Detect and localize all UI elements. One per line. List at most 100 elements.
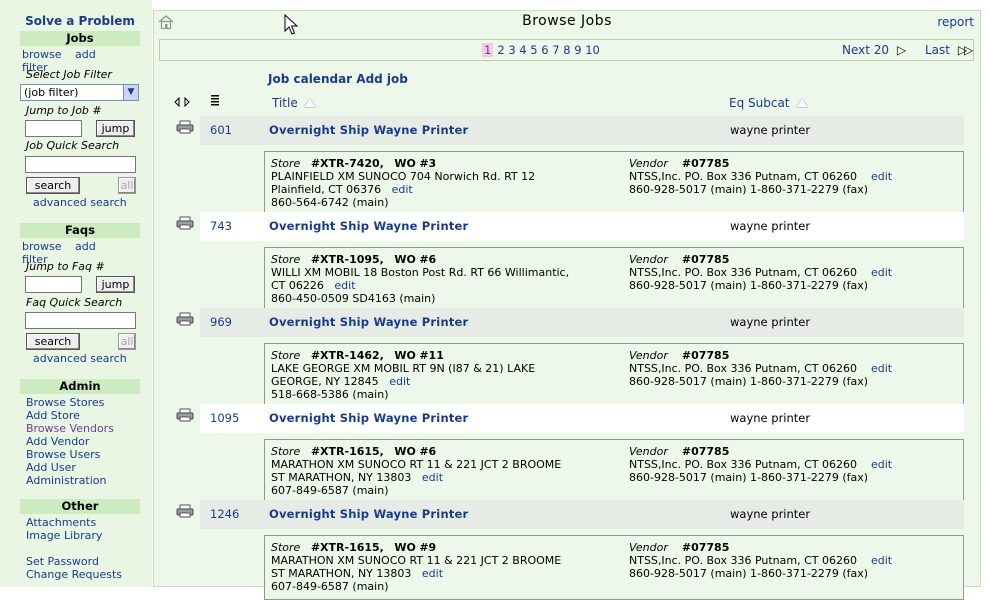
edit-store-link[interactable]: edit: [422, 471, 443, 484]
sort-ascending-icon[interactable]: [303, 99, 316, 107]
store-phone: 607-849-6587 (main): [271, 484, 389, 497]
job-title-link[interactable]: Overnight Ship Wayne Printer: [269, 123, 468, 137]
edit-store-link[interactable]: edit: [389, 375, 410, 388]
page-title: Browse Jobs: [522, 13, 612, 29]
faq-search-button[interactable]: search: [26, 333, 80, 350]
list-view-icon[interactable]: [210, 94, 220, 108]
wo-label: WO: [394, 541, 416, 554]
report-link[interactable]: report: [937, 15, 974, 29]
page-3-link[interactable]: 3: [508, 43, 515, 57]
job-search-button[interactable]: search: [26, 177, 80, 194]
set-password-link[interactable]: Set Password: [26, 555, 99, 568]
add-store-link[interactable]: Add Store: [26, 409, 80, 422]
jobs-advanced-search-link[interactable]: advanced search: [33, 196, 127, 209]
chevron-down-icon[interactable]: ▼: [123, 85, 138, 100]
title-column-header[interactable]: Title: [272, 96, 316, 110]
add-user-link[interactable]: Add User: [26, 461, 76, 474]
change-requests-link[interactable]: Change Requests: [26, 568, 122, 581]
edit-vendor-link[interactable]: edit: [871, 170, 892, 183]
faq-all-button[interactable]: all: [118, 333, 136, 350]
next-20-label[interactable]: Next 20: [842, 43, 889, 57]
store-address-line: MARATHON XM SUNOCO RT 11 & 221 JCT 2 BRO…: [271, 554, 562, 567]
page-5-link[interactable]: 5: [530, 43, 537, 57]
faq-quick-search-input[interactable]: [25, 312, 136, 329]
store-address-city: ST MARATHON, NY 13803: [271, 471, 412, 484]
job-id-link[interactable]: 1246: [210, 507, 239, 521]
browse-users-link[interactable]: Browse Users: [26, 448, 100, 461]
page-9-link[interactable]: 9: [574, 43, 581, 57]
pager: 12 3 4 5 6 7 8 9 10 Next 20 ▷ Last ▷▷: [159, 39, 974, 61]
printer-icon[interactable]: [176, 312, 194, 326]
solve-problem-link[interactable]: Solve a Problem: [20, 14, 140, 28]
jobs-add-link[interactable]: add: [75, 48, 96, 61]
edit-vendor-link[interactable]: edit: [871, 266, 892, 279]
jobs-browse-link[interactable]: browse: [22, 48, 62, 61]
jump-job-button[interactable]: jump: [96, 120, 135, 137]
page-1-link[interactable]: 1: [482, 43, 494, 57]
edit-store-link[interactable]: edit: [334, 279, 355, 292]
printer-icon[interactable]: [176, 408, 194, 422]
page-2-link[interactable]: 2: [497, 43, 504, 57]
edit-vendor-link[interactable]: edit: [871, 554, 892, 567]
jump-to-job-label: Jump to Job #: [26, 104, 102, 117]
last-page-link[interactable]: Last ▷▷: [925, 43, 974, 57]
administration-link[interactable]: Administration: [26, 474, 107, 487]
job-id-link[interactable]: 1095: [210, 411, 239, 425]
job-quick-search-input[interactable]: [25, 156, 136, 173]
job-all-button[interactable]: all: [118, 177, 136, 194]
printer-icon[interactable]: [176, 216, 194, 230]
store-phone: 518-668-5386 (main): [271, 388, 389, 401]
faq-quick-search-label: Faq Quick Search: [26, 296, 123, 309]
next-page-link[interactable]: Next 20 ▷: [842, 43, 906, 57]
faqs-advanced-search-link[interactable]: advanced search: [33, 352, 127, 365]
page-6-link[interactable]: 6: [541, 43, 548, 57]
job-detail-box: Store #XTR-7420, WO #3 PLAINFIELD XM SUN…: [264, 151, 964, 216]
job-id-link[interactable]: 969: [210, 315, 232, 329]
edit-store-link[interactable]: edit: [422, 567, 443, 580]
jump-faq-button[interactable]: jump: [96, 276, 135, 293]
jump-to-faq-input[interactable]: [25, 276, 82, 293]
job-title-link[interactable]: Overnight Ship Wayne Printer: [269, 507, 468, 521]
page-7-link[interactable]: 7: [552, 43, 559, 57]
last-label[interactable]: Last: [925, 43, 950, 57]
page-4-link[interactable]: 4: [519, 43, 526, 57]
faqs-add-link[interactable]: add: [75, 240, 96, 253]
page-numbers: 12 3 4 5 6 7 8 9 10: [482, 43, 600, 57]
browse-stores-link[interactable]: Browse Stores: [26, 396, 104, 409]
job-id-link[interactable]: 743: [210, 219, 232, 233]
title-column-label[interactable]: Title: [272, 96, 298, 110]
job-calendar-link[interactable]: Job calendar: [268, 72, 352, 86]
job-row: 969 Overnight Ship Wayne Printer wayne p…: [154, 308, 980, 408]
edit-vendor-link[interactable]: edit: [871, 458, 892, 471]
printer-icon[interactable]: [176, 120, 194, 134]
attachments-link[interactable]: Attachments: [26, 516, 96, 529]
image-library-link[interactable]: Image Library: [26, 529, 102, 542]
sort-toggle-icon[interactable]: [174, 97, 190, 107]
browse-vendors-link[interactable]: Browse Vendors: [26, 422, 114, 435]
job-id-link[interactable]: 601: [210, 123, 232, 137]
page-10-link[interactable]: 10: [585, 43, 600, 57]
vendor-address: NTSS,Inc. PO. Box 336 Putnam, CT 06260: [629, 170, 857, 183]
wo-label: WO: [394, 349, 416, 362]
sort-ascending-icon[interactable]: [795, 99, 808, 107]
job-title-link[interactable]: Overnight Ship Wayne Printer: [269, 219, 468, 233]
vendor-label: Vendor: [629, 253, 668, 266]
job-filter-select[interactable]: (job filter) ▼: [20, 84, 139, 101]
admin-heading: Admin: [20, 379, 140, 394]
eq-subcat-column-header[interactable]: Eq Subcat: [729, 96, 808, 110]
job-title-link[interactable]: Overnight Ship Wayne Printer: [269, 411, 468, 425]
printer-icon[interactable]: [176, 504, 194, 518]
edit-store-link[interactable]: edit: [392, 183, 413, 196]
faqs-browse-link[interactable]: browse: [22, 240, 62, 253]
job-title-link[interactable]: Overnight Ship Wayne Printer: [269, 315, 468, 329]
add-job-link[interactable]: Add job: [356, 72, 408, 86]
page-8-link[interactable]: 8: [563, 43, 570, 57]
eq-subcat-column-label[interactable]: Eq Subcat: [729, 96, 790, 110]
add-vendor-link[interactable]: Add Vendor: [26, 435, 89, 448]
last-arrow-icon[interactable]: ▷▷: [958, 43, 974, 57]
vendor-phone: 860-928-5017 (main) 1-860-371-2279 (fax): [629, 567, 869, 580]
edit-vendor-link[interactable]: edit: [871, 362, 892, 375]
job-subcat: wayne printer: [730, 123, 811, 137]
next-arrow-icon[interactable]: ▷: [897, 43, 906, 57]
jump-to-job-input[interactable]: [25, 120, 82, 137]
